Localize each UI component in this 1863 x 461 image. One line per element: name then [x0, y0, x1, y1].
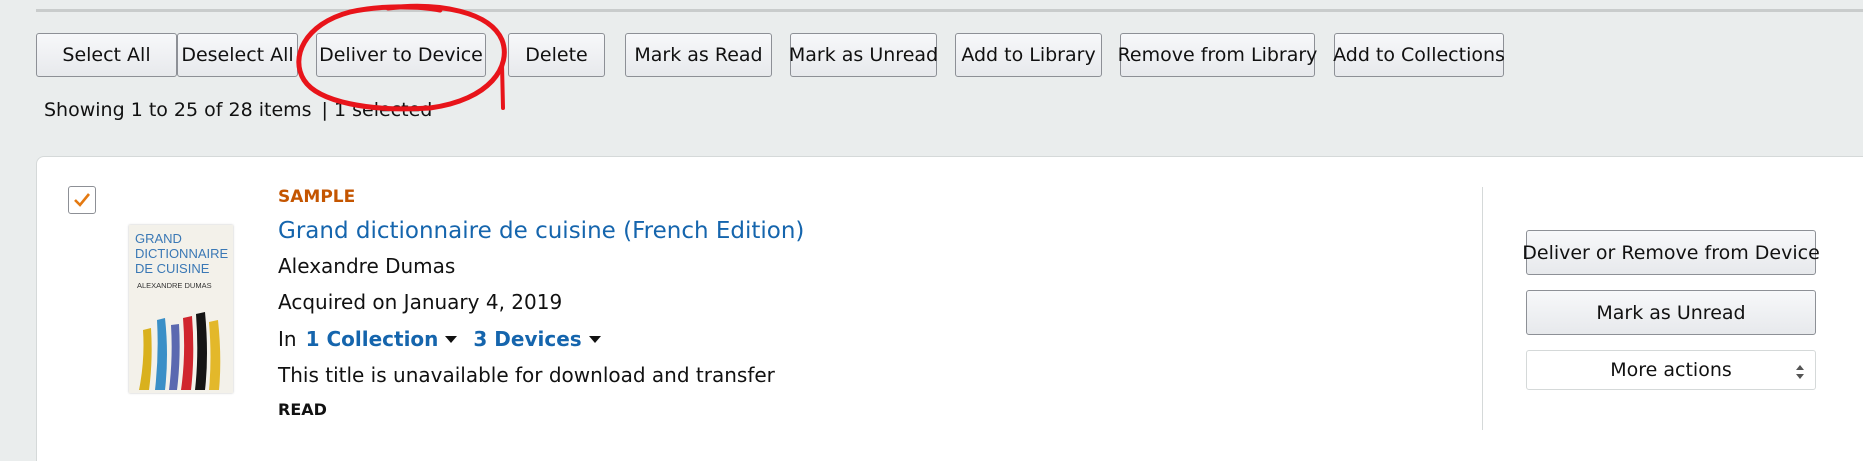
item-checkbox[interactable]: [68, 186, 96, 214]
read-status-label: READ: [278, 400, 327, 419]
availability-notice: This title is unavailable for download a…: [278, 363, 775, 387]
more-actions-label: More actions: [1610, 359, 1732, 381]
library-item-card: GRAND DICTIONNAIRE DE CUISINE ALEXANDRE …: [36, 156, 1863, 461]
deliver-to-device-button[interactable]: Deliver to Device: [316, 33, 486, 77]
showing-count: Showing 1 to 25 of 28 items: [44, 99, 312, 121]
delete-button[interactable]: Delete: [508, 33, 605, 77]
cover-author-text: ALEXANDRE DUMAS: [137, 281, 212, 290]
deliver-or-remove-button[interactable]: Deliver or Remove from Device: [1522, 230, 1820, 275]
collections-dropdown[interactable]: 1 Collection: [306, 327, 439, 351]
book-title-link[interactable]: Grand dictionnaire de cuisine (French Ed…: [278, 218, 804, 244]
top-divider: [36, 9, 1863, 12]
collections-devices-row: In 1 Collection 3 Devices: [278, 327, 617, 351]
book-cover-image[interactable]: GRAND DICTIONNAIRE DE CUISINE ALEXANDRE …: [129, 225, 233, 393]
devices-caret-icon[interactable]: [588, 335, 601, 343]
add-to-library-button[interactable]: Add to Library: [955, 33, 1102, 77]
deselect-all-button[interactable]: Deselect All: [177, 33, 298, 77]
results-status: Showing 1 to 25 of 28 items | 1 selected: [44, 99, 432, 121]
cover-title-text: GRAND DICTIONNAIRE DE CUISINE: [135, 231, 229, 276]
add-to-collections-button[interactable]: Add to Collections: [1333, 33, 1505, 77]
cover-bottles-illustration: [139, 312, 221, 390]
actions-divider: [1482, 187, 1483, 430]
in-label: In: [278, 327, 297, 351]
select-all-button[interactable]: Select All: [36, 33, 177, 77]
updown-arrows-icon: [1796, 365, 1804, 379]
checkmark-icon: [74, 193, 91, 207]
more-actions-select[interactable]: More actions: [1526, 350, 1816, 390]
remove-from-library-button[interactable]: Remove from Library: [1118, 33, 1317, 77]
mark-as-unread-button[interactable]: Mark as Unread: [789, 33, 938, 77]
item-mark-as-unread-button[interactable]: Mark as Unread: [1526, 290, 1816, 335]
devices-dropdown[interactable]: 3 Devices: [473, 327, 581, 351]
collections-caret-icon[interactable]: [445, 335, 458, 343]
book-author: Alexandre Dumas: [278, 254, 456, 278]
selected-count: | 1 selected: [321, 99, 433, 121]
sample-badge: SAMPLE: [278, 187, 356, 207]
acquired-date: Acquired on January 4, 2019: [278, 290, 563, 314]
mark-as-read-button[interactable]: Mark as Read: [625, 33, 772, 77]
